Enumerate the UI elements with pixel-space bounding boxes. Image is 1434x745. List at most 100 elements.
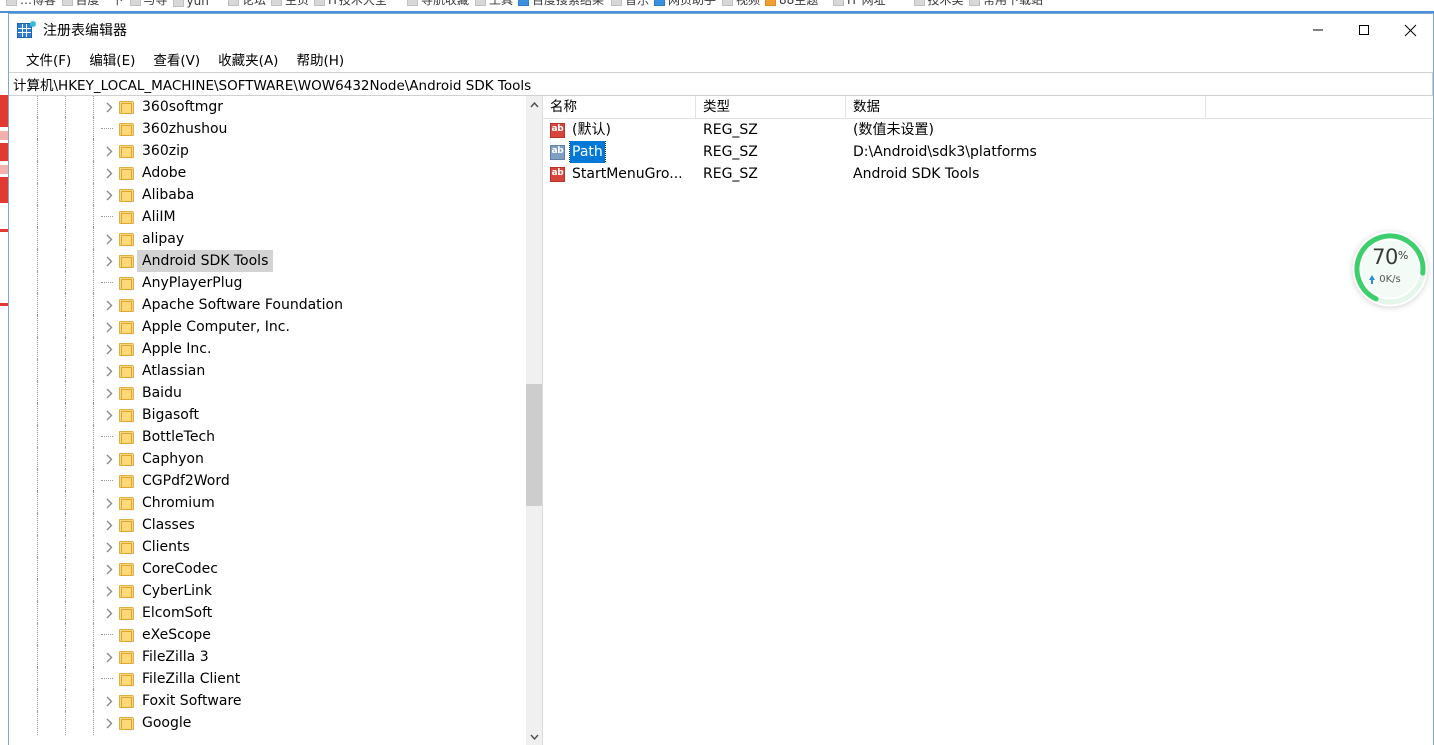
background-bookmark-item[interactable]: 网页助手 [654,0,716,8]
chevron-right-icon[interactable] [101,404,117,426]
menu-file[interactable]: 文件(F) [17,46,80,72]
tree-item[interactable]: Bigasoft [9,403,525,427]
tree-item[interactable]: FileZilla Client [9,667,525,691]
background-bookmark-item[interactable]: yun [172,0,209,8]
tree-item[interactable]: Clients [9,535,525,559]
tree-item[interactable]: eXeScope [9,623,525,647]
tree-item[interactable]: Google [9,711,525,735]
scroll-up-arrow-icon[interactable] [526,96,542,113]
background-bookmark-item[interactable]: …博客 [6,0,56,8]
tree-item[interactable]: 360zip [9,139,525,163]
menu-help[interactable]: 帮助(H) [287,46,353,72]
tree-item[interactable]: Chromium [9,491,525,515]
chevron-right-icon[interactable] [101,690,117,712]
chevron-right-icon[interactable] [101,382,117,404]
column-header-data[interactable]: 数据 [846,96,1206,118]
tree-item[interactable]: CGPdf2Word [9,469,525,493]
column-header-type[interactable]: 类型 [696,96,846,118]
background-bookmark-item[interactable]: 音乐 [611,0,649,8]
tree-item[interactable]: 360zhushou [9,117,525,141]
background-bookmark-item[interactable]: 百度一下 [61,0,124,8]
close-button[interactable] [1387,14,1433,46]
chevron-right-icon[interactable] [101,184,117,206]
background-bookmark-item[interactable]: 常用下载站 [969,0,1043,8]
tree-item[interactable]: Apache Software Foundation [9,293,525,317]
background-bookmark-item[interactable]: 工具 [475,0,513,8]
menu-edit[interactable]: 编辑(E) [80,46,144,72]
background-bookmark-item[interactable]: IT 网址 [833,0,886,8]
background-bookmark-item[interactable]: IT技术大全 [314,0,387,8]
chevron-right-icon[interactable] [101,96,117,118]
maximize-button[interactable] [1341,14,1387,46]
tree-item[interactable]: AnyPlayerPlug [9,271,525,295]
chevron-right-icon[interactable] [101,294,117,316]
tree-item[interactable]: Atlassian [9,359,525,383]
tree-item[interactable]: Adobe [9,161,525,185]
minimize-button[interactable] [1295,14,1341,46]
bookmark-favicon-icon [271,0,282,6]
value-row[interactable]: (默认) REG_SZ (数值未设置) [543,119,1433,141]
chevron-right-icon[interactable] [101,140,117,162]
chevron-right-icon[interactable] [101,162,117,184]
tree-item[interactable]: ElcomSoft [9,601,525,625]
column-header-name[interactable]: 名称 [543,96,696,118]
tree-guide-lines [9,249,95,273]
address-bar[interactable]: 计算机\HKEY_LOCAL_MACHINE\SOFTWARE\WOW6432N… [9,72,1433,96]
bookmark-favicon-icon [6,0,17,6]
tree-item[interactable]: Android SDK Tools [9,249,525,273]
chevron-right-icon[interactable] [101,360,117,382]
folder-icon [119,386,134,400]
speed-widget[interactable]: 70% 0K/s [1349,228,1431,310]
tree-item[interactable]: CyberLink [9,579,525,603]
tree-item-label: Apple Inc. [142,341,212,357]
background-bookmark-item[interactable]: 百度搜索结果 [518,0,604,8]
chevron-right-icon[interactable] [101,514,117,536]
tree-item[interactable]: Apple Computer, Inc. [9,315,525,339]
chevron-right-icon[interactable] [101,316,117,338]
tree-item[interactable]: Foxit Software [9,689,525,713]
tree-item[interactable]: AliIM [9,205,525,229]
background-bookmark-item[interactable]: 论坛 [228,0,266,8]
background-bookmark-item[interactable]: 88主题 [765,0,818,8]
tree-item-label: Atlassian [142,363,206,379]
tree-item[interactable]: Baidu [9,381,525,405]
value-row[interactable]: Path REG_SZ D:\Android\sdk3\platforms [543,141,1433,163]
tree-item[interactable]: alipay [9,227,525,251]
background-bookmark-item[interactable]: 技术类 [913,0,964,8]
chevron-right-icon[interactable] [101,250,117,272]
scrollbar-thumb[interactable] [526,384,542,506]
tree-item[interactable]: Caphyon [9,447,525,471]
folder-icon [119,694,134,708]
tree-item[interactable]: Classes [9,513,525,537]
chevron-right-icon[interactable] [101,558,117,580]
tree-vertical-scrollbar[interactable] [525,96,542,745]
value-list-header: 名称 类型 数据 [543,96,1433,119]
chevron-right-icon[interactable] [101,602,117,624]
tree-item[interactable]: Apple Inc. [9,337,525,361]
speed-percent: 70% [1349,245,1431,269]
scroll-down-arrow-icon[interactable] [526,728,542,745]
tree-item[interactable]: 360softmgr [9,96,525,119]
chevron-right-icon[interactable] [101,580,117,602]
chevron-right-icon[interactable] [101,448,117,470]
chevron-right-icon[interactable] [101,338,117,360]
background-bookmark-item[interactable]: 与导 [129,0,168,8]
tree-item[interactable]: CoreCodec [9,557,525,581]
chevron-right-icon[interactable] [101,228,117,250]
chevron-right-icon[interactable] [101,536,117,558]
chevron-right-icon[interactable] [101,712,117,734]
background-bookmark-item[interactable]: 导航收藏 [407,0,469,8]
background-bookmark-item[interactable]: 主页 [271,0,309,8]
chevron-right-icon[interactable] [101,646,117,668]
background-bookmark-label: 技术类 [927,0,964,7]
value-row[interactable]: StartMenuGro... REG_SZ Android SDK Tools [543,163,1433,185]
menu-favorites[interactable]: 收藏夹(A) [209,46,287,72]
tree-item[interactable]: FileZilla 3 [9,645,525,669]
tree-item[interactable]: BottleTech [9,425,525,449]
chevron-right-icon[interactable] [101,492,117,514]
value-list-body: (默认) REG_SZ (数值未设置) Path REG_SZ D:\Android\sd… [543,119,1433,185]
menu-view[interactable]: 查看(V) [144,46,209,72]
background-bookmark-item[interactable]: 视频 [722,0,760,8]
tree-item[interactable]: Alibaba [9,183,525,207]
tree-item-label: Apple Computer, Inc. [142,319,290,335]
